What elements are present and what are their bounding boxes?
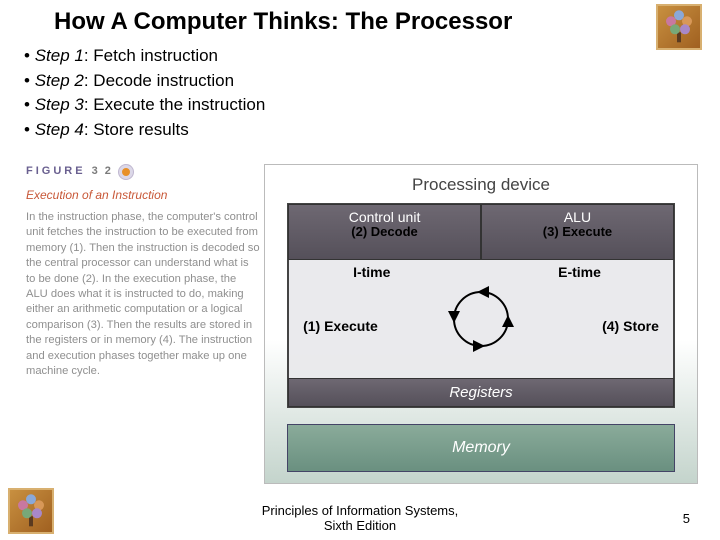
diagram-title: Processing device xyxy=(279,175,683,195)
bullet-dot-icon xyxy=(119,165,133,179)
execute-step-label: (3) Execute xyxy=(482,225,673,240)
memory-box: Memory xyxy=(287,424,675,472)
alu-box: ALU (3) Execute xyxy=(481,204,674,260)
figure-subtitle: Execution of an Instruction xyxy=(26,187,260,204)
figure-word: FIGURE xyxy=(26,164,86,179)
control-unit-box: Control unit (2) Decode xyxy=(288,204,481,260)
footer: Principles of Information Systems, Sixth… xyxy=(0,503,720,534)
control-unit-label: Control unit xyxy=(289,209,480,225)
diagram-panel: Processing device Control unit (2) Decod… xyxy=(264,164,698,484)
decode-label: (2) Decode xyxy=(289,225,480,240)
figure-body: In the instruction phase, the computer's… xyxy=(26,210,260,380)
step-item: Step 3: Execute the instruction xyxy=(24,93,720,118)
slide-title: How A Computer Thinks: The Processor xyxy=(0,0,720,42)
footer-line-1: Principles of Information Systems, xyxy=(0,503,720,519)
footer-line-2: Sixth Edition xyxy=(0,518,720,534)
execute-label: (1) Execute xyxy=(303,318,378,334)
step-list: Step 1: Fetch instruction Step 2: Decode… xyxy=(0,42,720,149)
itime-label: I-time xyxy=(353,264,390,280)
logo-icon-top xyxy=(656,4,702,50)
step-label: Step 4 xyxy=(35,120,84,139)
step-label: Step 3 xyxy=(35,95,84,114)
page-number: 5 xyxy=(683,511,690,526)
step-text: : Store results xyxy=(84,120,189,139)
alu-label: ALU xyxy=(482,209,673,225)
cycle-area: I-time E-time (1) Execute (4) Store xyxy=(288,260,674,378)
step-item: Step 4: Store results xyxy=(24,118,720,143)
step-text: : Fetch instruction xyxy=(84,46,218,65)
cycle-arrows-icon xyxy=(446,284,516,354)
figure-caption: FIGURE 3 2 Execution of an Instruction I… xyxy=(26,164,260,484)
figure-number: 3 2 xyxy=(92,164,113,179)
step-text: : Execute the instruction xyxy=(84,95,265,114)
step-item: Step 2: Decode instruction xyxy=(24,69,720,94)
etime-label: E-time xyxy=(558,264,601,280)
store-label: (4) Store xyxy=(602,318,659,334)
step-item: Step 1: Fetch instruction xyxy=(24,44,720,69)
step-label: Step 2 xyxy=(35,71,84,90)
step-label: Step 1 xyxy=(35,46,84,65)
figure-badge: FIGURE 3 2 xyxy=(26,164,260,179)
step-text: : Decode instruction xyxy=(84,71,234,90)
registers-box: Registers xyxy=(288,378,674,407)
processor-box: Control unit (2) Decode ALU (3) Execute … xyxy=(287,203,675,408)
